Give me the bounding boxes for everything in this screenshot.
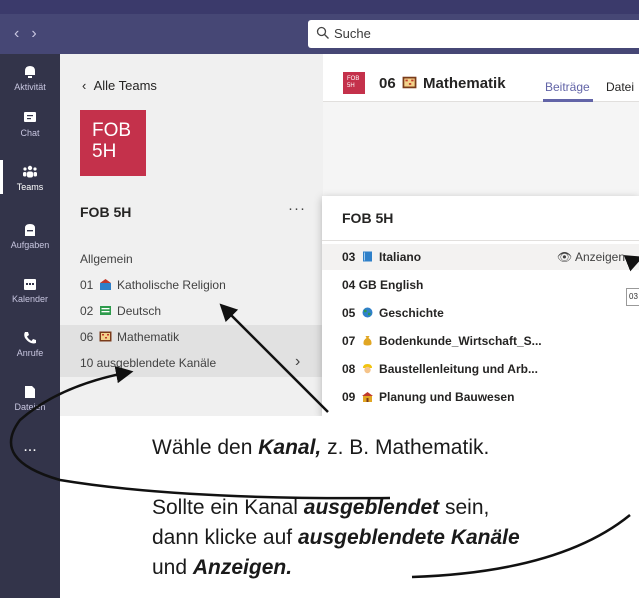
- arrow-to-mathematik: [219, 303, 329, 413]
- arrow-to-anzeigen: [411, 514, 631, 579]
- arrow-to-hidden-channels: [9, 365, 391, 500]
- arrow-to-anzeigen-head: [623, 255, 639, 272]
- annotation-arrows: [9, 255, 639, 579]
